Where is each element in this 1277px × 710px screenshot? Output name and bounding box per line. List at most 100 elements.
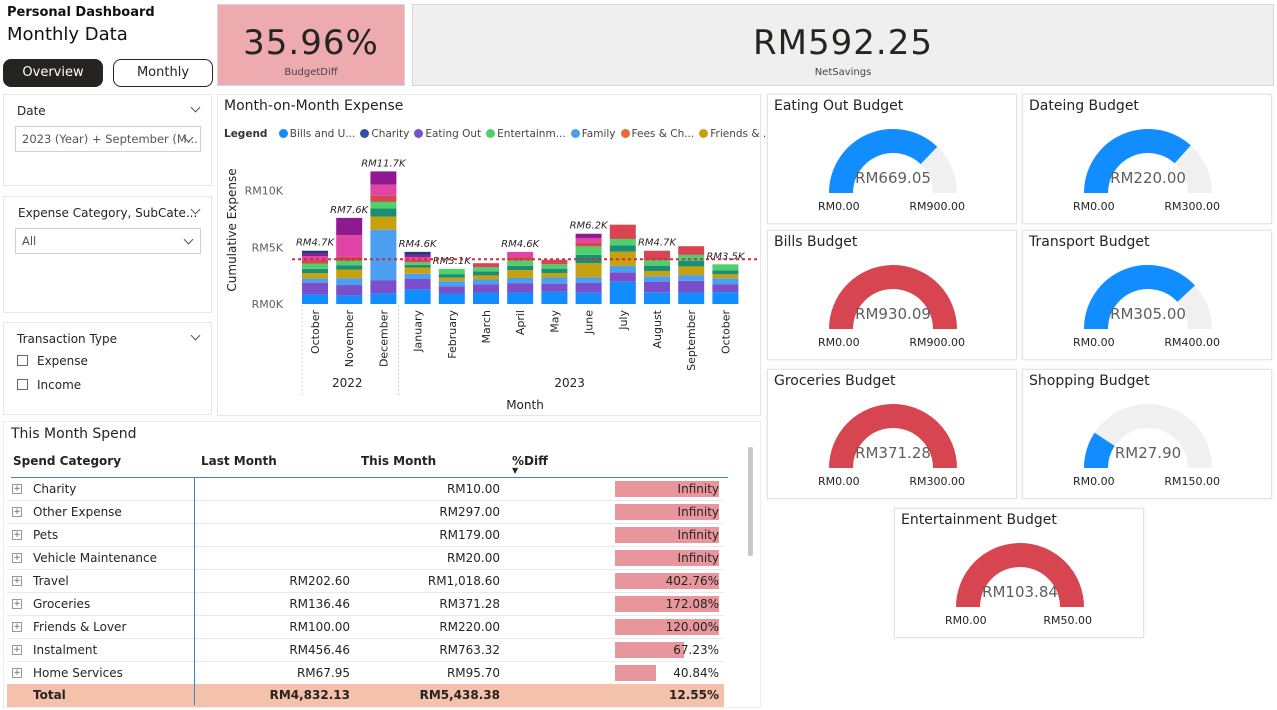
bar-segment[interactable] (370, 208, 397, 217)
bar-segment[interactable] (336, 269, 363, 279)
bar-segment[interactable] (302, 253, 328, 257)
bar-segment[interactable] (336, 295, 363, 304)
bar-segment[interactable] (336, 235, 363, 257)
bar-segment[interactable] (541, 264, 568, 269)
sort-desc-icon[interactable]: ▼ (512, 467, 548, 475)
bar-segment[interactable] (302, 282, 328, 295)
bar-segment[interactable] (609, 281, 636, 304)
header-spend-category[interactable]: Spend Category (13, 454, 121, 468)
bar-segment[interactable] (507, 270, 534, 278)
expand-icon[interactable]: + (12, 530, 22, 540)
bar-segment[interactable] (336, 265, 363, 270)
expand-icon[interactable]: + (12, 645, 22, 655)
table-row[interactable]: + Charity RM10.00 Infinity (7, 478, 724, 501)
bar-segment[interactable] (302, 278, 328, 283)
bar-segment[interactable] (473, 271, 499, 276)
bar-segment[interactable] (473, 279, 499, 285)
date-dropdown[interactable]: 2023 (Year) + September (M... (15, 126, 201, 152)
table-row[interactable]: + Travel RM202.60 RM1,018.60 402.76% (7, 570, 724, 593)
bar-segment[interactable] (404, 278, 431, 290)
bar-segment[interactable] (541, 268, 568, 274)
bar-segment[interactable] (370, 216, 397, 230)
bar-segment[interactable] (507, 277, 534, 284)
bar-segment[interactable] (438, 277, 465, 282)
income-checkbox[interactable]: Income (17, 378, 81, 392)
bar-segment[interactable] (473, 292, 499, 304)
category-dropdown[interactable]: All (15, 228, 201, 254)
bar-segment[interactable] (678, 260, 705, 267)
bar-segment[interactable] (575, 237, 602, 243)
expand-icon[interactable]: + (12, 622, 22, 632)
bar-segment[interactable] (507, 251, 534, 258)
bar-segment[interactable] (302, 250, 328, 254)
bar-segment[interactable] (370, 171, 397, 185)
bar-segment[interactable] (575, 246, 602, 255)
bar-segment[interactable] (712, 278, 739, 285)
bar-segment[interactable] (507, 265, 534, 271)
bar-segment[interactable] (678, 246, 705, 255)
bar-segment[interactable] (541, 273, 568, 278)
table-row[interactable]: + Home Services RM67.95 RM95.70 40.84% (7, 662, 724, 685)
expense-checkbox[interactable]: Expense (17, 354, 88, 368)
overview-button[interactable]: Overview (3, 59, 103, 87)
bar-segment[interactable] (370, 195, 397, 202)
bar-segment[interactable] (404, 264, 431, 268)
header-this-month[interactable]: This Month (361, 454, 436, 468)
bar-segment[interactable] (541, 259, 568, 265)
bar-segment[interactable] (712, 270, 739, 275)
expand-icon[interactable]: + (12, 668, 22, 678)
bar-segment[interactable] (370, 201, 397, 209)
bar-segment[interactable] (678, 275, 705, 281)
bar-segment[interactable] (302, 263, 328, 269)
bar-segment[interactable] (575, 233, 602, 238)
bar-segment[interactable] (404, 267, 431, 274)
checkbox-icon[interactable] (17, 379, 28, 390)
header-diff[interactable]: %Diff ▼ (512, 454, 548, 475)
monthly-button[interactable]: Monthly (113, 59, 213, 87)
bar-segment[interactable] (644, 292, 670, 304)
checkbox-icon[interactable] (17, 355, 28, 366)
bar-segment[interactable] (370, 229, 397, 281)
bar-segment[interactable] (507, 260, 534, 266)
table-row[interactable]: + Pets RM179.00 Infinity (7, 524, 724, 547)
bar-segment[interactable] (404, 289, 431, 304)
bar-segment[interactable] (370, 280, 397, 294)
bar-segment[interactable] (678, 280, 705, 293)
bar-segment[interactable] (609, 272, 636, 282)
bar-segment[interactable] (712, 284, 739, 293)
bar-segment[interactable] (438, 268, 465, 275)
expand-icon[interactable]: + (12, 484, 22, 494)
bar-segment[interactable] (575, 277, 602, 283)
bar-segment[interactable] (370, 184, 397, 196)
bar-segment[interactable] (336, 260, 363, 266)
bar-segment[interactable] (678, 292, 705, 304)
table-row[interactable]: + Friends & Lover RM100.00 RM220.00 120.00% (7, 616, 724, 639)
bar-segment[interactable] (712, 274, 739, 279)
bar-segment[interactable] (541, 283, 568, 292)
bar-segment[interactable] (609, 224, 636, 239)
table-row[interactable]: + Other Expense RM297.00 Infinity (7, 501, 724, 524)
expand-icon[interactable]: + (12, 507, 22, 517)
bar-segment[interactable] (438, 286, 465, 294)
bar-segment[interactable] (541, 277, 568, 284)
bar-segment[interactable] (438, 293, 465, 304)
bar-segment[interactable] (370, 293, 397, 304)
bar-segment[interactable] (302, 268, 328, 274)
bar-segment[interactable] (541, 291, 568, 304)
bar-segment[interactable] (609, 238, 636, 246)
table-row[interactable]: + Vehicle Maintenance RM20.00 Infinity (7, 547, 724, 570)
expand-icon[interactable]: + (12, 576, 22, 586)
bar-segment[interactable] (609, 265, 636, 273)
bar-segment[interactable] (644, 281, 670, 293)
bar-segment[interactable] (438, 281, 465, 287)
bar-segment[interactable] (302, 294, 328, 304)
chevron-down-icon[interactable] (190, 330, 201, 341)
table-row[interactable]: + Groceries RM136.46 RM371.28 172.08% (7, 593, 724, 616)
header-last-month[interactable]: Last Month (201, 454, 277, 468)
table-row[interactable]: + Instalment RM456.46 RM763.32 67.23% (7, 639, 724, 662)
table-scrollbar[interactable] (748, 447, 753, 556)
bar-segment[interactable] (473, 284, 499, 293)
bar-segment[interactable] (404, 273, 431, 279)
bar-segment[interactable] (575, 242, 602, 247)
bar-segment[interactable] (404, 262, 431, 265)
